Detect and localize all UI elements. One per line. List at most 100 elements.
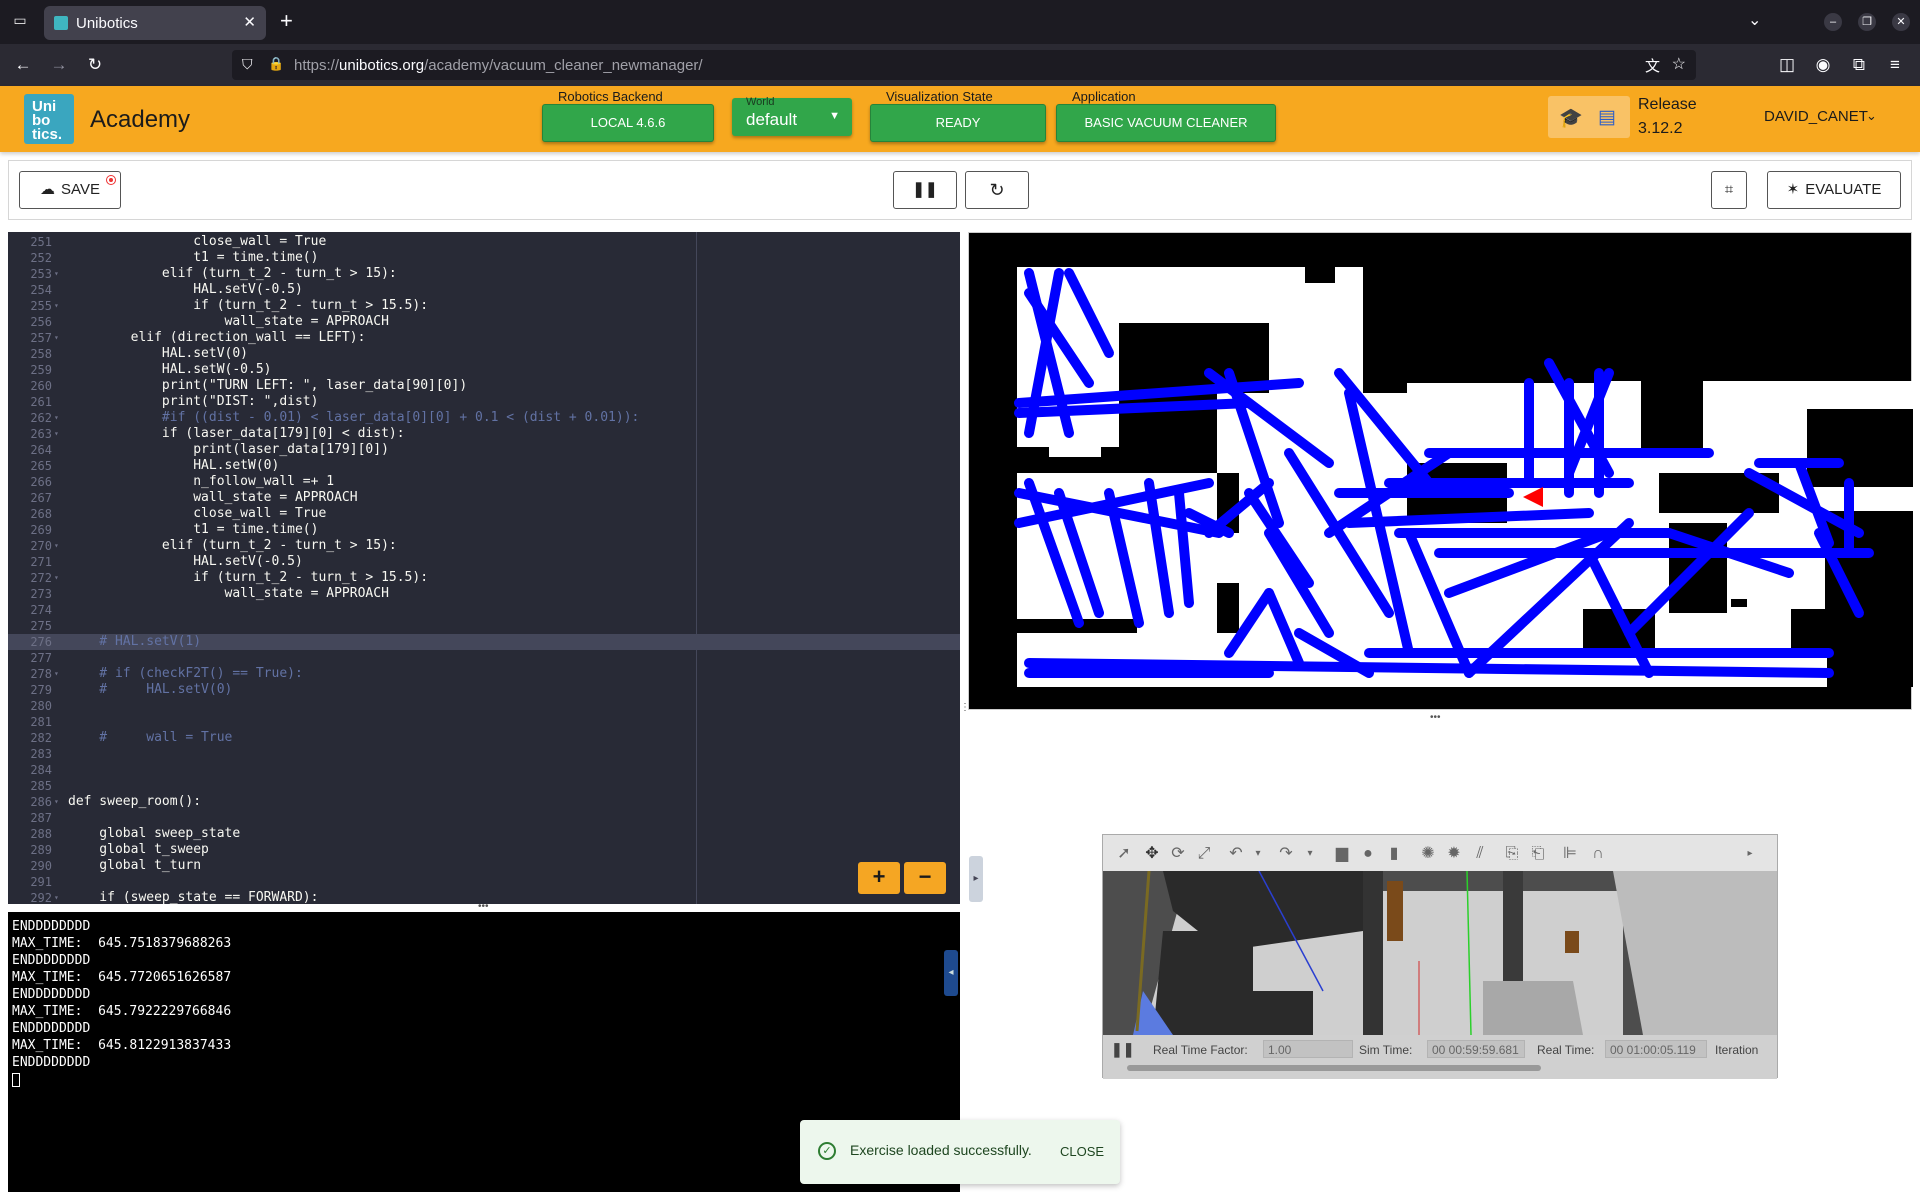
toolbar-more-icon[interactable]: ▸ xyxy=(1739,843,1761,865)
forward-icon[interactable]: → xyxy=(48,54,70,76)
paste-icon[interactable]: ⎗ xyxy=(1527,843,1549,865)
code-line[interactable]: 289 global t_sweep xyxy=(8,842,960,858)
code-line[interactable]: 282 # wall = True xyxy=(8,730,960,746)
horizontal-scrollbar[interactable] xyxy=(1127,1065,1541,1071)
fold-icon[interactable]: ▾ xyxy=(54,266,59,282)
code-line[interactable]: 254 HAL.setV(-0.5) xyxy=(8,282,960,298)
sim-pause-icon[interactable]: ❚❚ xyxy=(1111,1041,1134,1058)
code-line[interactable]: 260 print("TURN LEFT: ", laser_data[90][… xyxy=(8,378,960,394)
unibotics-logo[interactable]: Uni bo tics. xyxy=(24,94,74,144)
spot-light-icon[interactable]: ✹ xyxy=(1443,843,1465,865)
close-window-icon[interactable]: ✕ xyxy=(1892,13,1910,31)
code-editor[interactable]: 251 close_wall = True 252 t1 = time.time(… xyxy=(8,232,960,904)
scale-mode-icon[interactable]: ⤢ xyxy=(1193,843,1215,865)
shield-icon[interactable]: ⛉ xyxy=(242,56,253,73)
backend-button[interactable]: LOCAL 4.6.6 xyxy=(542,104,714,142)
fold-icon[interactable]: ▾ xyxy=(54,426,59,442)
lock-icon[interactable]: 🔒 xyxy=(268,56,284,72)
editor-resize-handle[interactable]: ••• xyxy=(478,901,489,912)
code-line[interactable]: 253 ▾ elif (turn_t_2 - turn_t > 15): xyxy=(8,266,960,282)
code-line[interactable]: 265 HAL.setW(0) xyxy=(8,458,960,474)
code-line[interactable]: 291 xyxy=(8,874,960,890)
chevron-down-icon[interactable]: ⌄ xyxy=(1748,10,1761,30)
code-line[interactable]: 257 ▾ elif (direction_wall == LEFT): xyxy=(8,330,960,346)
code-line[interactable]: 252 t1 = time.time() xyxy=(8,250,960,266)
snackbar-close-button[interactable]: CLOSE xyxy=(1060,1144,1104,1159)
code-line[interactable]: 267 wall_state = APPROACH xyxy=(8,490,960,506)
code-line[interactable]: 272 ▾ if (turn_t_2 - turn_t > 15.5): xyxy=(8,570,960,586)
code-line[interactable]: 263 ▾ if (laser_data[179][0] < dist): xyxy=(8,426,960,442)
cylinder-shape-icon[interactable]: ▮ xyxy=(1383,843,1405,865)
box-shape-icon[interactable]: ▆ xyxy=(1331,843,1353,865)
code-line[interactable]: 262 ▾ #if ((dist - 0.01) < laser_data[0][… xyxy=(8,410,960,426)
url-text[interactable]: https://unibotics.org/academy/vacuum_cle… xyxy=(294,57,703,74)
sphere-shape-icon[interactable]: ● xyxy=(1357,843,1379,865)
chat-icon[interactable]: ▤ xyxy=(1594,106,1620,128)
evaluate-button[interactable]: ✶ EVALUATE xyxy=(1767,171,1901,209)
translate-mode-icon[interactable]: ✥ xyxy=(1141,843,1163,865)
vis-state-button[interactable]: READY xyxy=(870,104,1046,142)
chevron-down-icon[interactable]: ⌄ xyxy=(1866,108,1877,124)
code-line[interactable]: 285 xyxy=(8,778,960,794)
tab-manager-icon[interactable]: ▭ xyxy=(10,12,30,32)
directional-light-icon[interactable]: ⫽ xyxy=(1469,843,1491,865)
zoom-out-button[interactable]: − xyxy=(904,862,946,894)
rotate-mode-icon[interactable]: ⟳ xyxy=(1167,843,1189,865)
code-line[interactable]: 281 xyxy=(8,714,960,730)
reset-button[interactable]: ↻ xyxy=(965,171,1029,209)
code-line[interactable]: 251 close_wall = True xyxy=(8,234,960,250)
code-line[interactable]: 275 xyxy=(8,618,960,634)
redo-dropdown-icon[interactable]: ▾ xyxy=(1299,843,1321,865)
pause-button[interactable]: ❚❚ xyxy=(893,171,957,209)
code-line[interactable]: 259 HAL.setW(-0.5) xyxy=(8,362,960,378)
console-side-handle[interactable]: ◂ xyxy=(944,950,958,996)
code-line[interactable]: 270 ▾ elif (turn_t_2 - turn_t > 15): xyxy=(8,538,960,554)
world-select[interactable]: World default ▼ xyxy=(732,96,852,136)
fold-icon[interactable]: ▾ xyxy=(54,330,59,346)
redo-icon[interactable]: ↷ xyxy=(1275,843,1297,865)
pocket-icon[interactable]: ◫ xyxy=(1776,54,1798,76)
code-line[interactable]: 255 ▾ if (turn_t_2 - turn_t > 15.5): xyxy=(8,298,960,314)
menu-icon[interactable]: ≡ xyxy=(1884,54,1906,76)
fold-icon[interactable]: ▾ xyxy=(54,794,59,810)
align-icon[interactable]: ⊫ xyxy=(1559,843,1581,865)
code-line[interactable]: 271 HAL.setV(-0.5) xyxy=(8,554,960,570)
code-line[interactable]: 287 xyxy=(8,810,960,826)
graduation-cap-icon[interactable]: 🎓 xyxy=(1558,106,1584,129)
code-line[interactable]: 284 xyxy=(8,762,960,778)
gazebo-side-handle[interactable]: ▸ xyxy=(969,856,983,902)
code-line[interactable]: 261 print("DIST: ",dist) xyxy=(8,394,960,410)
fold-icon[interactable]: ▾ xyxy=(54,570,59,586)
code-line[interactable]: 280 xyxy=(8,698,960,714)
fold-icon[interactable]: ▾ xyxy=(54,666,59,682)
undo-dropdown-icon[interactable]: ▾ xyxy=(1247,843,1269,865)
undo-icon[interactable]: ↶ xyxy=(1225,843,1247,865)
code-line[interactable]: 268 close_wall = True xyxy=(8,506,960,522)
gazebo-3d-view[interactable] xyxy=(1103,871,1777,1035)
code-line[interactable]: 258 HAL.setV(0) xyxy=(8,346,960,362)
browser-tab[interactable]: Unibotics ✕ xyxy=(44,6,266,40)
code-line[interactable]: 276 # HAL.setV(1) xyxy=(8,634,960,650)
console-prompt[interactable] xyxy=(12,1071,956,1088)
fold-icon[interactable]: ▾ xyxy=(54,410,59,426)
application-button[interactable]: BASIC VACUUM CLEANER xyxy=(1056,104,1276,142)
user-menu[interactable]: DAVID_CANET xyxy=(1764,108,1868,125)
code-line[interactable]: 274 xyxy=(8,602,960,618)
code-line[interactable]: 286 ▾ def sweep_room(): xyxy=(8,794,960,810)
copy-icon[interactable]: ⎘ xyxy=(1501,843,1523,865)
new-tab-icon[interactable]: + xyxy=(280,9,293,33)
code-line[interactable]: 264 print(laser_data[179][0]) xyxy=(8,442,960,458)
back-icon[interactable]: ← xyxy=(12,54,34,76)
code-line[interactable]: 273 wall_state = APPROACH xyxy=(8,586,960,602)
save-button[interactable]: ☁ SAVE xyxy=(19,171,121,209)
fold-icon[interactable]: ▾ xyxy=(54,538,59,554)
point-light-icon[interactable]: ✺ xyxy=(1417,843,1439,865)
code-line[interactable]: 269 t1 = time.time() xyxy=(8,522,960,538)
close-tab-icon[interactable]: ✕ xyxy=(243,13,256,31)
code-line[interactable]: 277 xyxy=(8,650,960,666)
monitor-button[interactable]: ⌗ xyxy=(1711,171,1747,209)
translate-icon[interactable]: 文 xyxy=(1645,55,1660,76)
code-line[interactable]: 256 wall_state = APPROACH xyxy=(8,314,960,330)
fold-icon[interactable]: ▾ xyxy=(54,298,59,314)
code-line[interactable]: 283 xyxy=(8,746,960,762)
